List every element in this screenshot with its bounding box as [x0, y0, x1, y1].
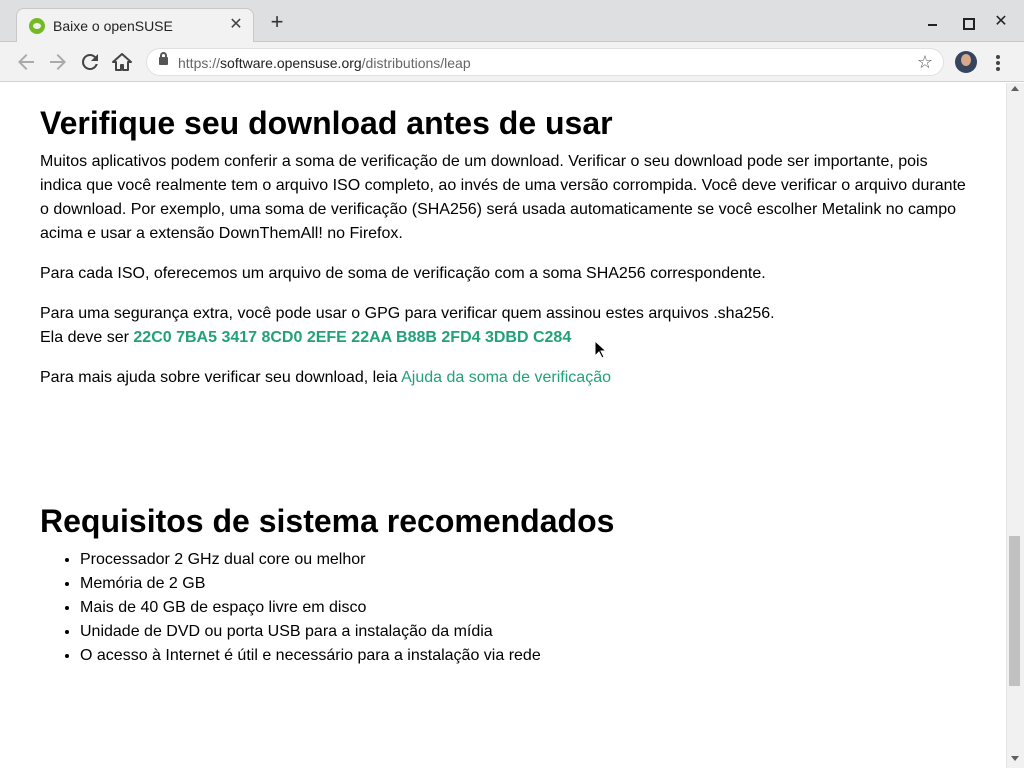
gpg-prefix: Ela deve ser [40, 329, 129, 346]
tab-close-icon[interactable]: ✕ [227, 16, 245, 34]
arrow-left-icon [18, 54, 34, 70]
gpg-fingerprint: 22C0 7BA5 3417 8CD0 2EFE 22AA B88B 2FD4 … [133, 329, 572, 346]
help-prefix: Para mais ajuda sobre verificar seu down… [40, 369, 398, 386]
arrow-right-icon [50, 54, 66, 70]
profile-avatar[interactable] [955, 51, 977, 73]
bookmark-star-icon[interactable]: ☆ [917, 52, 933, 73]
verify-paragraph: Muitos aplicativos podem conferir a soma… [40, 153, 966, 242]
browser-tab[interactable]: Baixe o openSUSE ✕ [16, 8, 254, 43]
minimize-button[interactable] [922, 12, 942, 32]
maximize-button[interactable] [957, 12, 977, 32]
opensuse-favicon-icon [29, 18, 45, 34]
home-icon [112, 53, 132, 71]
scroll-down-icon[interactable] [1011, 756, 1019, 761]
new-tab-button[interactable]: + [266, 11, 288, 34]
window-close-button[interactable]: ✕ [991, 12, 1011, 32]
checksum-help-link[interactable]: Ajuda da soma de verificação [401, 369, 611, 386]
browser-toolbar: https://software.opensuse.org/distributi… [0, 42, 1024, 82]
scrollbar-thumb[interactable] [1009, 536, 1020, 686]
requirements-list: Processador 2 GHz dual core ou melhor Me… [40, 548, 970, 668]
list-item: Memória de 2 GB [80, 572, 970, 596]
reload-icon [82, 53, 98, 70]
lock-icon [159, 52, 168, 65]
help-paragraph: Para mais ajuda sobre verificar seu down… [40, 366, 970, 390]
tab-title: Baixe o openSUSE [53, 18, 173, 34]
kebab-menu-icon[interactable] [990, 52, 1006, 72]
home-button[interactable] [110, 50, 134, 74]
gpg-text: Para uma segurança extra, você pode usar… [40, 305, 775, 322]
sha256-paragraph: Para cada ISO, oferecemos um arquivo de … [40, 265, 766, 282]
list-item: O acesso à Internet é útil e necessário … [80, 644, 970, 668]
vertical-scrollbar[interactable] [1006, 83, 1024, 768]
address-bar[interactable]: https://software.opensuse.org/distributi… [146, 48, 944, 76]
tab-bar: Baixe o openSUSE ✕ + ✕ [0, 0, 1024, 43]
url-text[interactable]: https://software.opensuse.org/distributi… [178, 55, 471, 71]
list-item: Processador 2 GHz dual core ou melhor [80, 548, 970, 572]
back-button[interactable] [14, 50, 38, 74]
verify-heading: Verifique seu download antes de usar [40, 105, 613, 141]
reload-button[interactable] [78, 50, 102, 74]
scroll-up-icon[interactable] [1011, 86, 1019, 91]
page-viewport: Verifique seu download antes de usar Mui… [0, 83, 1006, 768]
list-item: Mais de 40 GB de espaço livre em disco [80, 596, 970, 620]
gpg-paragraph: Para uma segurança extra, você pode usar… [40, 302, 970, 350]
list-item: Unidade de DVD ou porta USB para a insta… [80, 620, 970, 644]
forward-button[interactable] [46, 50, 70, 74]
requirements-heading: Requisitos de sistema recomendados [40, 503, 615, 539]
